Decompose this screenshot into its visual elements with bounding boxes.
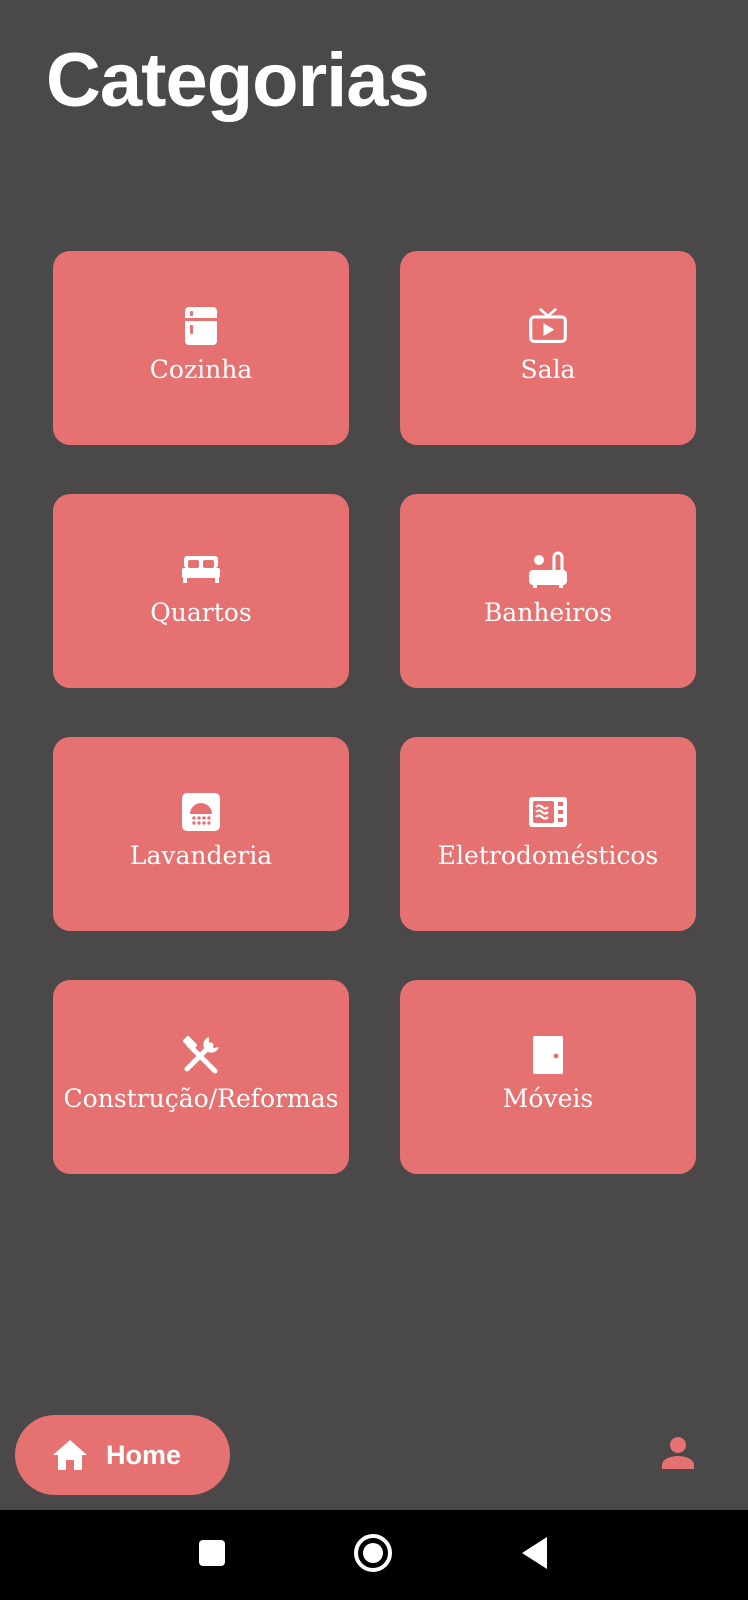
category-label: Cozinha — [149, 355, 253, 384]
category-label: Sala — [520, 355, 576, 384]
category-card-moveis[interactable]: Móveis — [400, 980, 696, 1174]
category-grid: Cozinha Sala Quartos Banheiros Lavanderi… — [53, 251, 696, 1174]
page-title: Categorias — [46, 38, 430, 123]
bathtub-icon — [528, 549, 568, 589]
person-icon — [661, 1436, 695, 1475]
bed-icon — [181, 549, 221, 589]
category-card-cozinha[interactable]: Cozinha — [53, 251, 349, 445]
category-card-eletrodomesticos[interactable]: Eletrodomésticos — [400, 737, 696, 931]
profile-nav-button[interactable] — [657, 1434, 699, 1476]
fridge-icon — [181, 306, 221, 346]
system-navigation-bar — [0, 1510, 748, 1600]
washing-machine-icon — [181, 792, 221, 832]
category-card-quartos[interactable]: Quartos — [53, 494, 349, 688]
back-button[interactable] — [510, 1530, 560, 1580]
category-card-construcao-reformas[interactable]: Construção/Reformas — [53, 980, 349, 1174]
category-label: Quartos — [150, 598, 252, 627]
microwave-icon — [528, 792, 568, 832]
home-icon — [50, 1435, 90, 1475]
category-label: Banheiros — [483, 598, 613, 627]
category-label: Lavanderia — [129, 841, 273, 870]
tools-icon — [181, 1035, 221, 1075]
recents-button[interactable] — [187, 1530, 237, 1580]
home-nav-button[interactable]: Home — [15, 1415, 230, 1495]
square-icon — [198, 1539, 226, 1572]
door-icon — [528, 1035, 568, 1075]
category-card-sala[interactable]: Sala — [400, 251, 696, 445]
category-card-lavanderia[interactable]: Lavanderia — [53, 737, 349, 931]
category-label: Construção/Reformas — [63, 1084, 339, 1113]
category-card-banheiros[interactable]: Banheiros — [400, 494, 696, 688]
screen: Categorias Cozinha Sala Quartos Banheiro… — [0, 0, 748, 1600]
tv-icon — [528, 306, 568, 346]
category-label: Eletrodomésticos — [437, 841, 659, 870]
triangle-back-icon — [520, 1536, 550, 1575]
system-home-button[interactable] — [348, 1530, 398, 1580]
category-label: Móveis — [502, 1084, 594, 1113]
bottom-navigation: Home — [0, 1400, 748, 1510]
circle-icon — [353, 1533, 393, 1578]
home-nav-label: Home — [106, 1439, 182, 1470]
